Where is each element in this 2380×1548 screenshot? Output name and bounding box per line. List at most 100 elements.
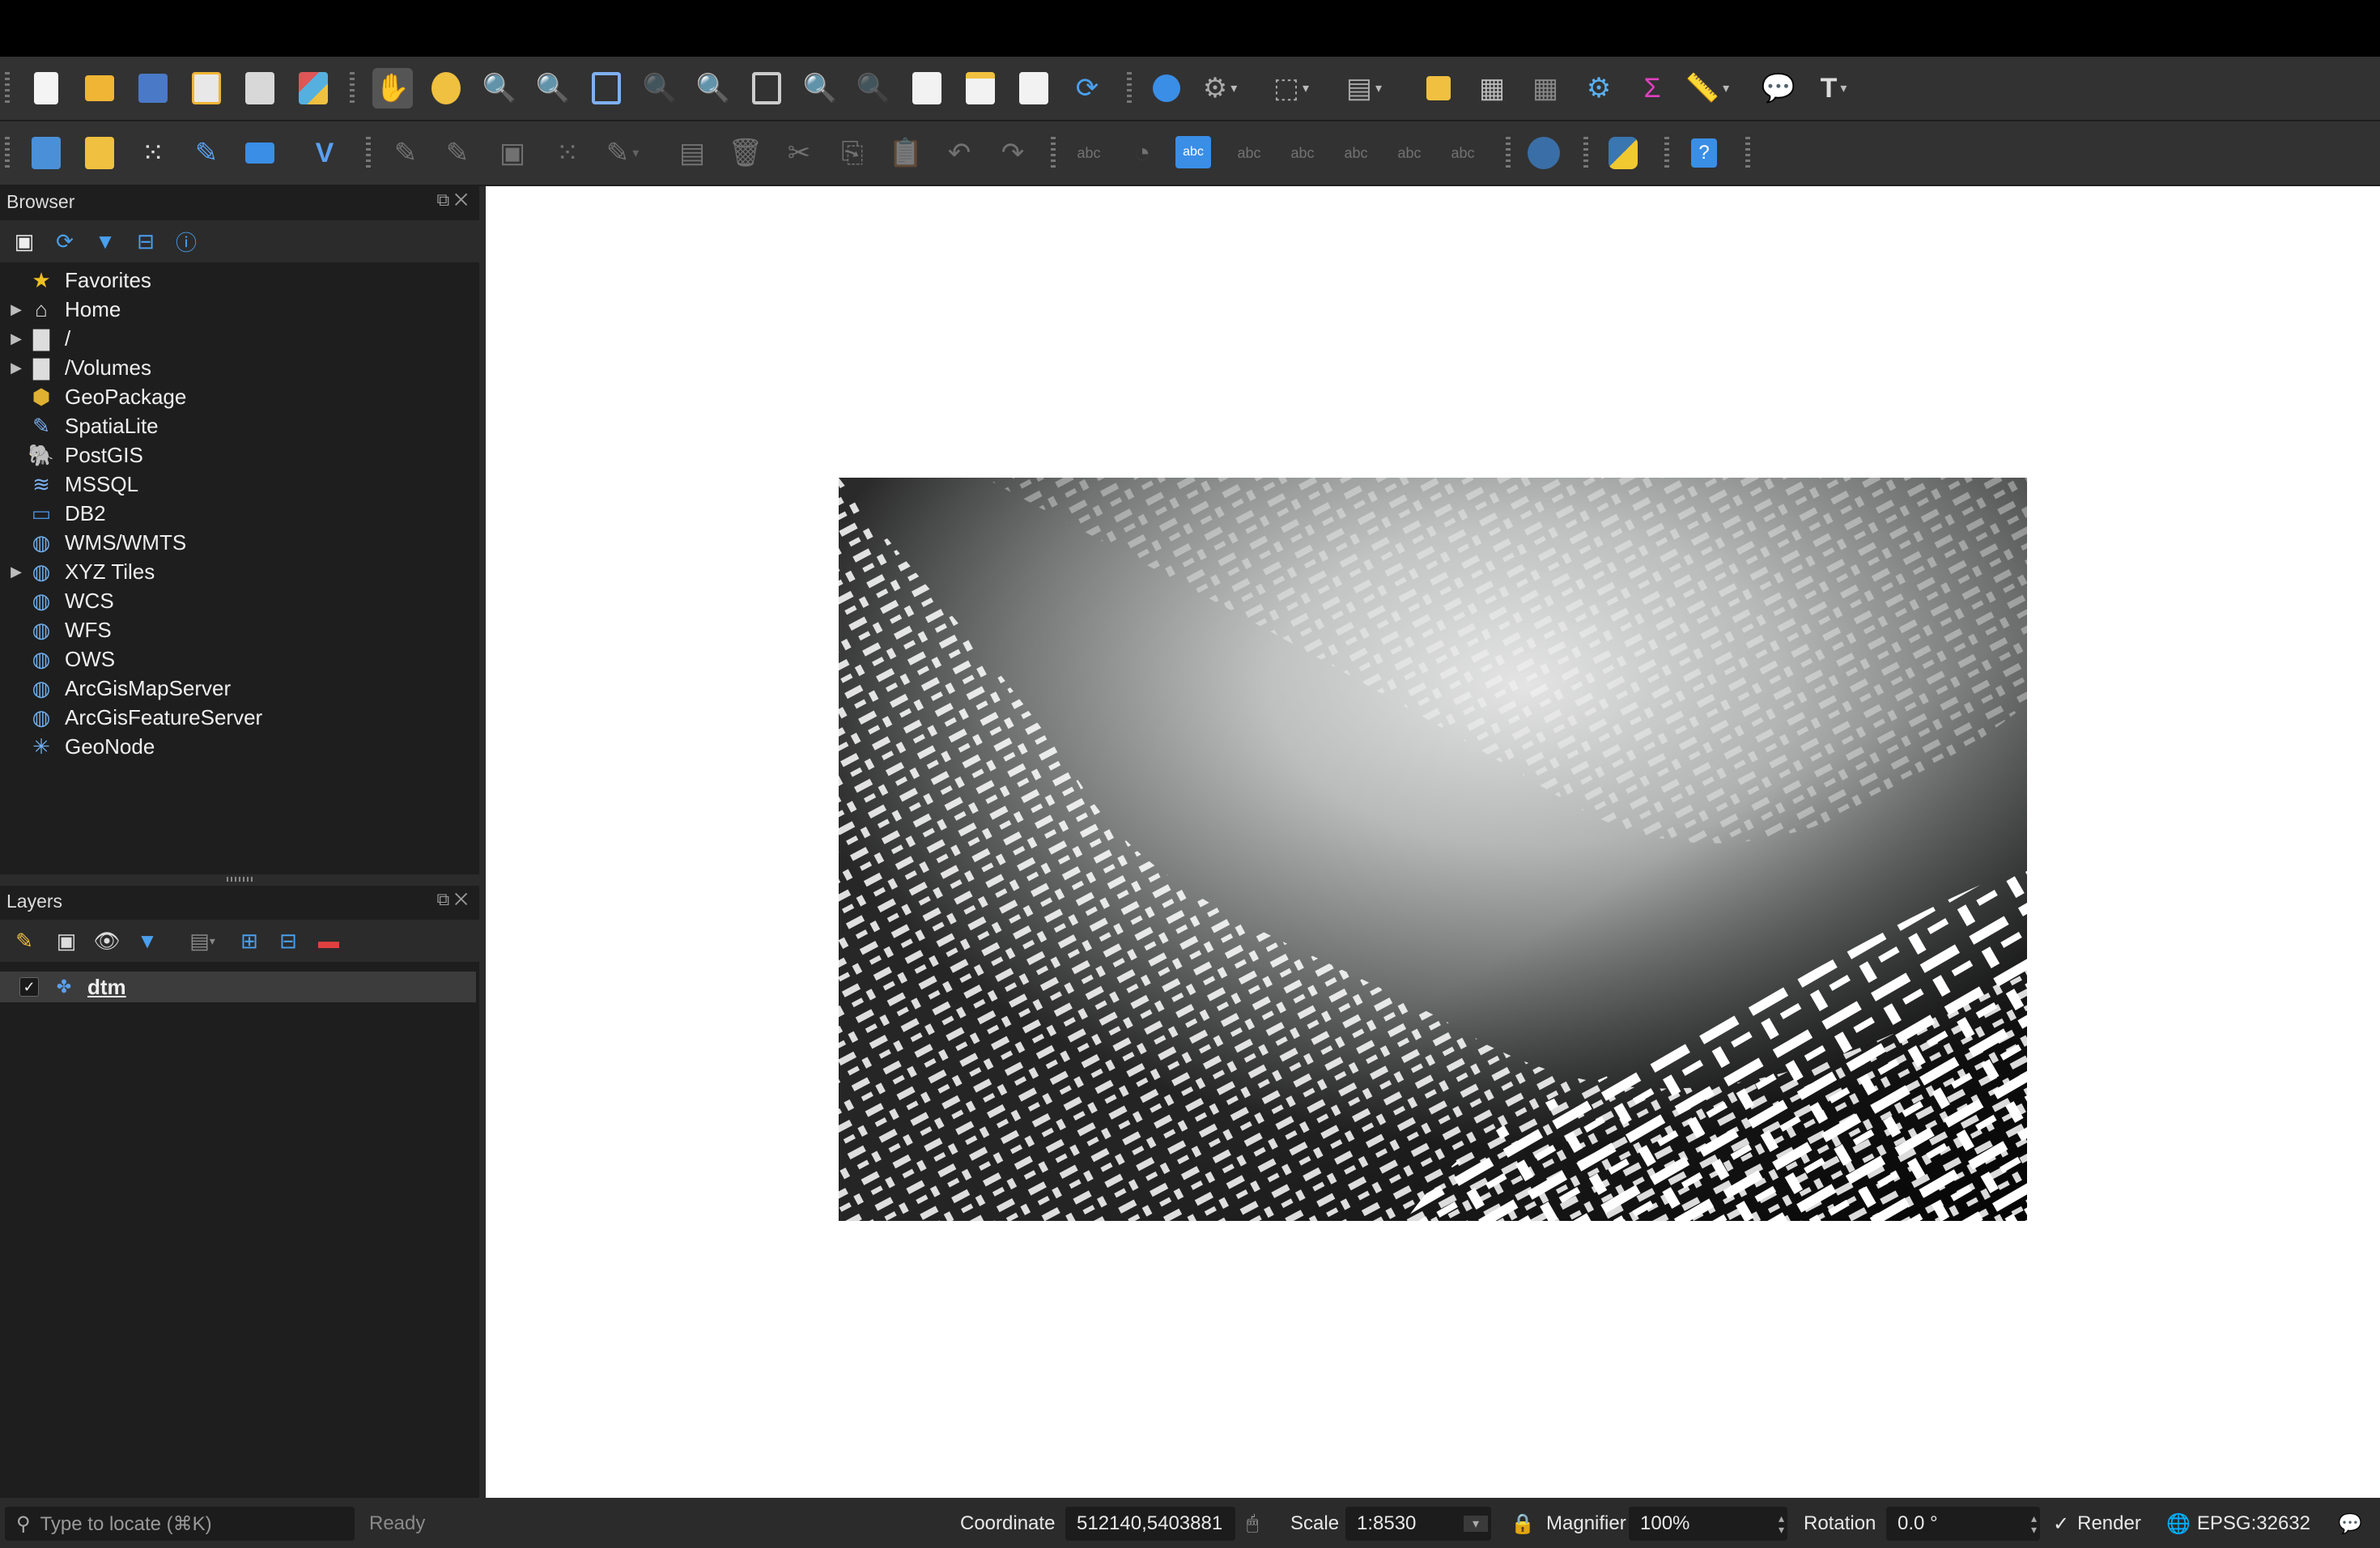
add-group-icon[interactable]: ▣	[52, 926, 81, 955]
paste-features-icon[interactable]: 📋	[886, 133, 926, 173]
new-spatialite-layer-icon[interactable]: ✎	[186, 133, 227, 173]
zoom-full-icon[interactable]	[586, 68, 627, 108]
new-virtual-layer-icon[interactable]	[240, 133, 280, 173]
processing-toolbox-gear-icon[interactable]: ⚙	[1579, 68, 1619, 108]
current-edits-icon[interactable]: ✎	[385, 133, 426, 173]
save-project-icon[interactable]	[133, 68, 173, 108]
spin-arrows-icon[interactable]: ▴ ▾	[1779, 1512, 1784, 1535]
layer-labeling-icon[interactable]: abc	[1069, 133, 1109, 173]
browser-item-geonode[interactable]: ✳ GeoNode	[0, 732, 476, 761]
save-edits-icon[interactable]: ▣	[492, 133, 533, 173]
new-temporary-layer-icon[interactable]: ⁙	[133, 133, 173, 173]
browser-item-wfs[interactable]: ◍ WFS	[0, 615, 476, 644]
layer-item-dtm[interactable]: ✓ ✤ dtm	[0, 972, 476, 1002]
toolbar-handle[interactable]	[1051, 137, 1056, 169]
locator-search-box[interactable]: ⚲ Type to locate (⌘K)	[5, 1507, 355, 1541]
map-tips-icon[interactable]: 💬	[1758, 68, 1799, 108]
remove-layer-icon[interactable]: ▬	[314, 926, 343, 955]
deselect-all-icon[interactable]	[1418, 68, 1459, 108]
zoom-in-icon[interactable]: 🔍	[479, 68, 520, 108]
browser-item-favorites[interactable]: ★ Favorites	[0, 266, 476, 295]
select-by-value-icon[interactable]: ▤ ▾	[1344, 68, 1384, 108]
locator-search-input[interactable]: Type to locate (⌘K)	[40, 1512, 212, 1536]
properties-info-icon[interactable]: ⓘ	[172, 227, 201, 256]
collapse-all-icon[interactable]: ⊟	[131, 227, 160, 256]
toolbar-handle[interactable]	[5, 72, 10, 104]
browser-item-geopackage[interactable]: ⬢ GeoPackage	[0, 382, 476, 411]
layout-manager-icon[interactable]	[240, 68, 280, 108]
new-geopackage-layer-icon[interactable]	[79, 133, 120, 173]
undo-icon[interactable]: ↶	[939, 133, 980, 173]
browser-item-spatialite[interactable]: ✎ SpatiaLite	[0, 411, 476, 440]
toolbar-handle[interactable]	[1745, 137, 1750, 169]
coordinate-field[interactable]: 512140,5403881	[1065, 1507, 1235, 1541]
expand-arrow-icon[interactable]: ▶	[5, 301, 28, 318]
panel-float-close-icon[interactable]: ⧉✕	[437, 889, 473, 910]
panel-float-close-icon[interactable]: ⧉✕	[437, 189, 473, 211]
browser-item-volumes[interactable]: ▶ ▇ /Volumes	[0, 353, 476, 382]
highlight-pinned-labels-icon[interactable]: abc	[1229, 133, 1269, 173]
toolbar-handle[interactable]	[1506, 137, 1511, 169]
vertex-tool-icon[interactable]: ✎ ▾	[602, 133, 643, 173]
identify-features-icon[interactable]	[1146, 68, 1187, 108]
help-icon[interactable]: ?	[1684, 133, 1724, 173]
toolbar-handle[interactable]	[1127, 72, 1132, 104]
statistical-summary-sigma-icon[interactable]: Σ	[1632, 68, 1672, 108]
toolbar-handle[interactable]	[366, 137, 371, 169]
rotation-spinbox[interactable]: 0.0 ° ▴ ▾	[1886, 1507, 2040, 1541]
zoom-last-icon[interactable]: 🔍	[800, 68, 840, 108]
render-checkbox[interactable]: ✓ Render	[2053, 1499, 2141, 1548]
browser-item-db2[interactable]: ▭ DB2	[0, 499, 476, 528]
toolbar-handle[interactable]	[5, 137, 10, 169]
redo-icon[interactable]: ↷	[992, 133, 1033, 173]
open-project-icon[interactable]	[79, 68, 120, 108]
layer-visibility-checkbox[interactable]: ✓	[19, 977, 39, 997]
select-features-icon[interactable]: ⬚ ▾	[1271, 68, 1311, 108]
show-hide-labels-icon[interactable]: abc	[1282, 133, 1323, 173]
rotate-label-icon[interactable]: abc	[1389, 133, 1430, 173]
browser-item-postgis[interactable]: 🐘 PostGIS	[0, 440, 476, 470]
field-calculator-icon[interactable]: ▦	[1525, 68, 1566, 108]
new-map-view-icon[interactable]	[907, 68, 947, 108]
data-source-manager-icon[interactable]	[26, 133, 66, 173]
map-canvas[interactable]	[486, 186, 2380, 1498]
spin-arrows-icon[interactable]: ▴ ▾	[2031, 1512, 2037, 1535]
messages-icon[interactable]: 💬	[2338, 1499, 2362, 1548]
crs-button[interactable]: 🌐 EPSG:32632	[2166, 1499, 2310, 1548]
move-label-icon[interactable]: abc	[1336, 133, 1376, 173]
browser-item-wms-wmts[interactable]: ◍ WMS/WMTS	[0, 528, 476, 557]
pan-to-selection-icon[interactable]	[426, 68, 466, 108]
filter-icon[interactable]: ▼	[91, 227, 120, 256]
modify-attributes-icon[interactable]: ▤	[672, 133, 712, 173]
browser-item-arcgismapserver[interactable]: ◍ ArcGisMapServer	[0, 674, 476, 703]
expand-arrow-icon[interactable]: ▶	[5, 330, 28, 347]
new-bookmark-icon[interactable]	[960, 68, 1001, 108]
toggle-editing-icon[interactable]: ✎	[437, 133, 478, 173]
new-project-icon[interactable]	[26, 68, 66, 108]
manage-visibility-eye-icon[interactable]: 👁	[92, 926, 121, 955]
panel-splitter[interactable]	[0, 874, 479, 886]
python-console-icon[interactable]	[1603, 133, 1643, 173]
new-print-layout-icon[interactable]	[186, 68, 227, 108]
pan-hand-icon[interactable]: ✋	[372, 68, 413, 108]
filter-legend-icon[interactable]: ▼	[133, 926, 162, 955]
browser-item-mssql[interactable]: ≋ MSSQL	[0, 470, 476, 499]
copy-features-icon[interactable]: ⎘	[832, 133, 873, 173]
zoom-to-layer-icon[interactable]: 🔍	[693, 68, 733, 108]
lock-scale-icon[interactable]: 🔒	[1511, 1499, 1535, 1548]
toolbar-handle[interactable]	[1583, 137, 1588, 169]
expand-arrow-icon[interactable]: ▶	[5, 563, 28, 580]
vertical-splitter[interactable]	[479, 186, 486, 1498]
refresh-icon[interactable]: ⟳	[50, 227, 79, 256]
zoom-out-icon[interactable]: 🔍	[533, 68, 573, 108]
zoom-to-selection-icon[interactable]: 🔍	[640, 68, 680, 108]
show-bookmarks-icon[interactable]	[1014, 68, 1054, 108]
browser-item-[interactable]: ▶ ▇ /	[0, 324, 476, 353]
cut-features-icon[interactable]: ✂	[779, 133, 819, 173]
browser-item-wcs[interactable]: ◍ WCS	[0, 586, 476, 615]
browser-item-xyz-tiles[interactable]: ▶ ◍ XYZ Tiles	[0, 557, 476, 586]
text-annotation-icon[interactable]: T ▾	[1813, 68, 1854, 108]
style-manager-icon[interactable]	[293, 68, 334, 108]
expand-all-icon[interactable]: ⊞	[235, 926, 264, 955]
collapse-all-icon[interactable]: ⊟	[274, 926, 303, 955]
